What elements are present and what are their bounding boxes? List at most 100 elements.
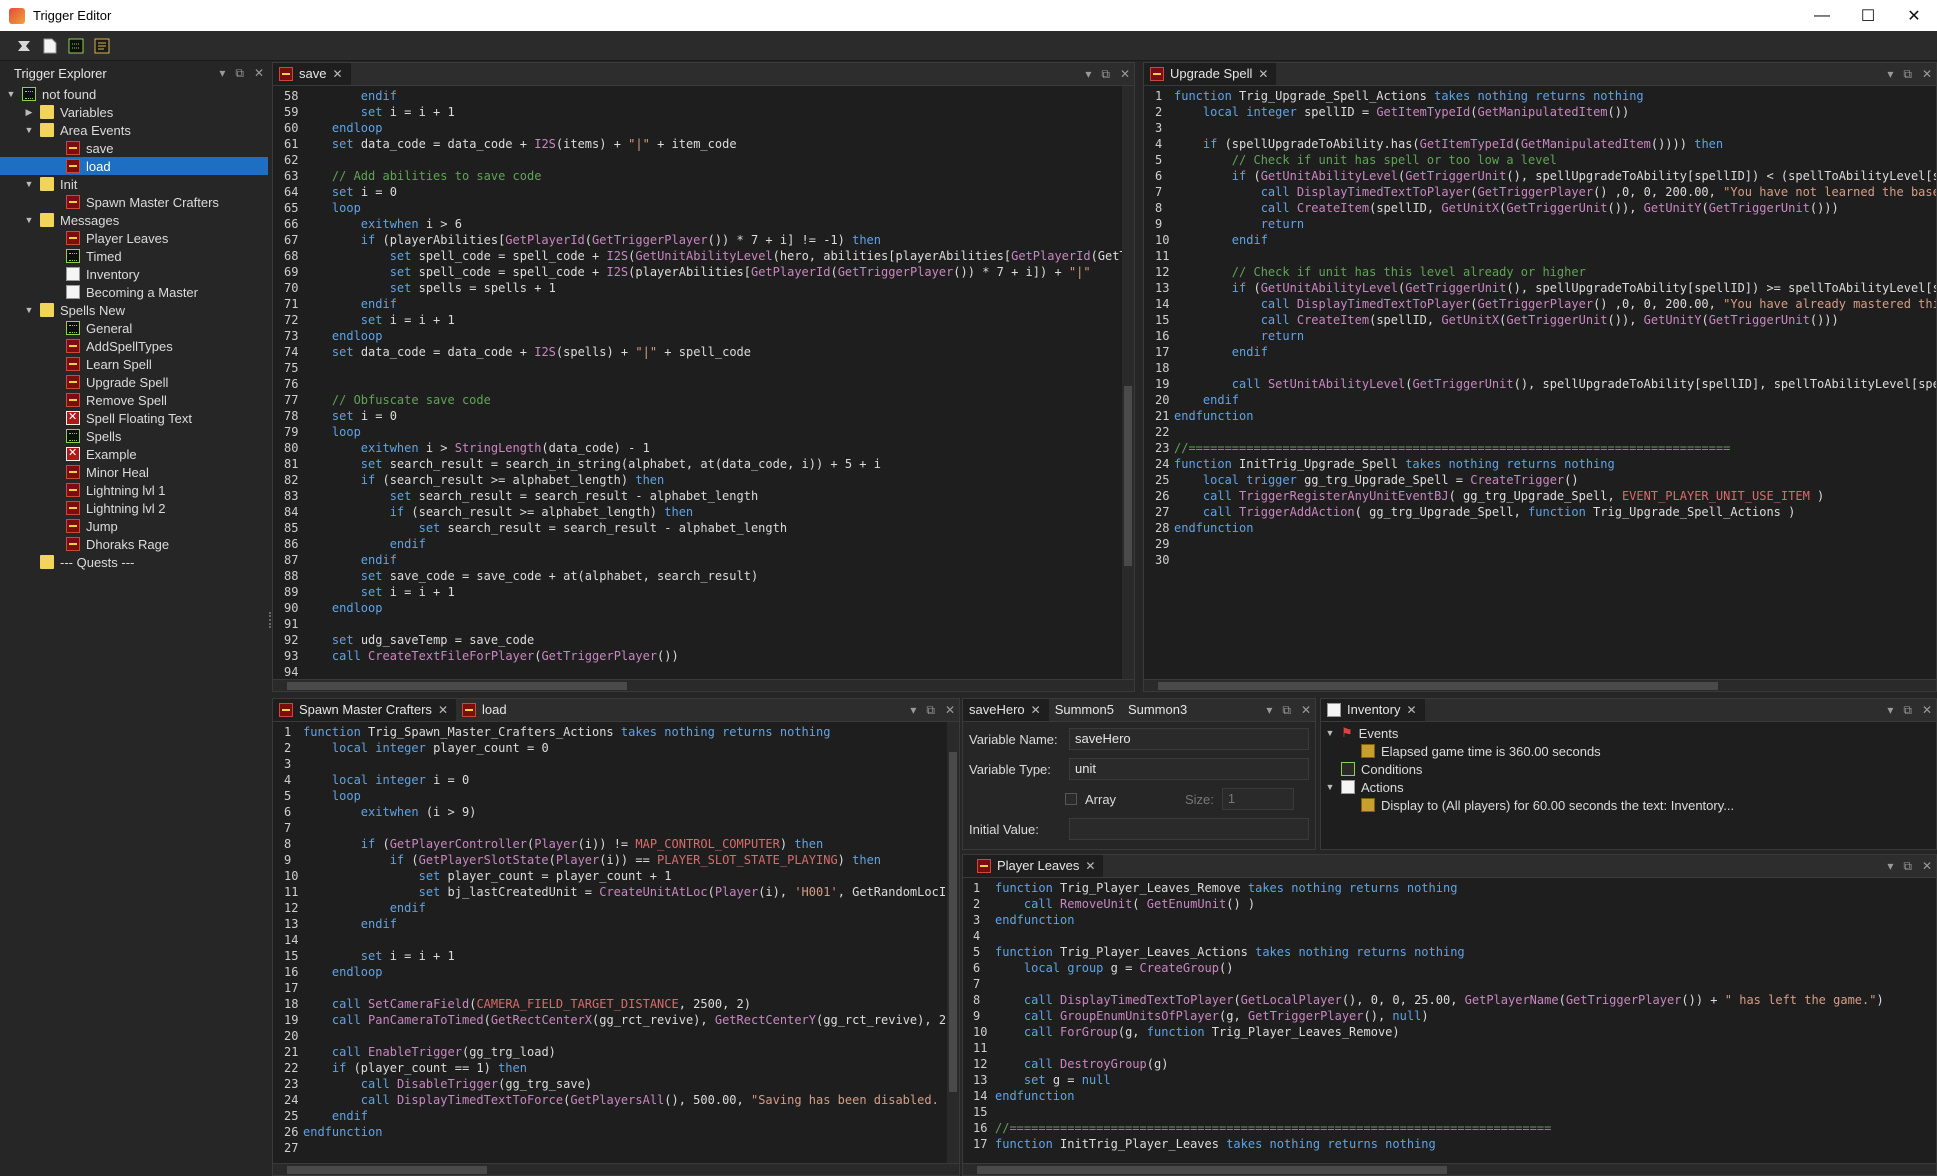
dropdown-icon[interactable]: ▾ — [219, 66, 225, 81]
float-icon[interactable]: ⧉ — [1101, 67, 1110, 82]
size-spinbox[interactable]: 1 — [1221, 788, 1294, 810]
action-item[interactable]: Display to (All players) for 60.00 secon… — [1325, 796, 1936, 814]
close-icon[interactable]: ✕ — [1258, 67, 1268, 81]
close-icon[interactable]: ✕ — [1120, 67, 1130, 82]
close-icon[interactable]: ✕ — [1301, 703, 1311, 718]
array-checkbox[interactable] — [1065, 793, 1077, 805]
tab-summon5[interactable]: Summon5 — [1049, 699, 1122, 721]
tab-summon3[interactable]: Summon3 — [1122, 699, 1195, 721]
close-icon[interactable]: ✕ — [1922, 859, 1932, 874]
expand-arrow-icon[interactable]: ▼ — [6, 89, 16, 99]
tree-item[interactable]: ▶ Variables — [0, 103, 268, 121]
tab-save[interactable]: save ✕ — [273, 63, 351, 85]
maximize-button[interactable]: ☐ — [1845, 0, 1891, 31]
tree-item[interactable]: load — [0, 157, 268, 175]
tree-item[interactable]: General — [0, 319, 268, 337]
minimize-button[interactable]: — — [1799, 0, 1845, 31]
tree-item[interactable]: Lightning lvl 1 — [0, 481, 268, 499]
expand-arrow-icon[interactable]: ▼ — [1325, 782, 1335, 792]
close-icon[interactable]: ✕ — [1031, 703, 1041, 717]
tree-root[interactable]: ▼ not found — [0, 85, 268, 103]
dropdown-icon[interactable]: ▾ — [1085, 67, 1091, 82]
tab-upgrade-spell[interactable]: Upgrade Spell ✕ — [1144, 63, 1277, 85]
initial-value-field[interactable] — [1069, 818, 1309, 840]
actions-node[interactable]: ▼ Actions — [1325, 778, 1936, 796]
tree-item[interactable]: Example — [0, 445, 268, 463]
tab-load[interactable]: load — [456, 699, 515, 721]
close-icon[interactable]: ✕ — [1922, 67, 1932, 82]
float-icon[interactable]: ⧉ — [1903, 703, 1912, 718]
expand-arrow-icon[interactable]: ▼ — [24, 179, 34, 189]
horizontal-scrollbar[interactable] — [963, 1163, 1936, 1175]
warcraft-logo-icon[interactable] — [15, 37, 33, 55]
new-trigger-icon[interactable] — [67, 37, 85, 55]
close-icon[interactable]: ✕ — [945, 703, 955, 718]
dropdown-icon[interactable]: ▾ — [910, 703, 916, 718]
tree-item[interactable]: ▼ Spells New — [0, 301, 268, 319]
tab-player-leaves[interactable]: Player Leaves ✕ — [963, 855, 1104, 877]
close-icon[interactable]: ✕ — [1922, 703, 1932, 718]
expand-arrow-icon[interactable]: ▼ — [24, 215, 34, 225]
code-editor-spawn[interactable]: 1 function Trig_Spawn_Master_Crafters_Act… — [273, 724, 947, 1164]
code-editor-player-leaves[interactable]: 1 function Trig_Player_Leaves_Remove take… — [973, 880, 1936, 1162]
tree-item[interactable]: Spell Floating Text — [0, 409, 268, 427]
variable-type-select[interactable]: unit — [1069, 758, 1309, 780]
tree-item[interactable]: Jump — [0, 517, 268, 535]
tab-savehero[interactable]: saveHero ✕ — [963, 699, 1049, 721]
close-icon[interactable]: ✕ — [1406, 703, 1416, 717]
expand-arrow-icon[interactable]: ▼ — [24, 305, 34, 315]
tree-item[interactable]: ▼ Messages — [0, 211, 268, 229]
dropdown-icon[interactable]: ▾ — [1887, 703, 1893, 718]
tree-item[interactable]: Learn Spell — [0, 355, 268, 373]
tree-item[interactable]: Player Leaves — [0, 229, 268, 247]
code-editor-upgrade-spell[interactable]: 1 function Trig_Upgrade_Spell_Actions tak… — [1144, 88, 1936, 678]
tree-item[interactable]: Dhoraks Rage — [0, 535, 268, 553]
tree-item[interactable]: Remove Spell — [0, 391, 268, 409]
tree-item[interactable]: Minor Heal — [0, 463, 268, 481]
close-button[interactable]: ✕ — [1891, 0, 1937, 31]
tab-inventory[interactable]: Inventory ✕ — [1321, 699, 1425, 721]
tree-item[interactable]: AddSpellTypes — [0, 337, 268, 355]
close-icon[interactable]: ✕ — [438, 703, 448, 717]
tree-item[interactable]: ▼ Area Events — [0, 121, 268, 139]
tree-item[interactable]: Becoming a Master — [0, 283, 268, 301]
dropdown-icon[interactable]: ▾ — [1266, 703, 1272, 718]
expand-arrow-icon[interactable]: ▼ — [24, 125, 34, 135]
tree-item[interactable]: Spawn Master Crafters — [0, 193, 268, 211]
tree-item[interactable]: Spells — [0, 427, 268, 445]
tree-item[interactable]: Lightning lvl 2 — [0, 499, 268, 517]
expand-arrow-icon[interactable]: ▶ — [24, 107, 34, 118]
expand-arrow-icon[interactable]: ▼ — [1325, 728, 1335, 738]
event-item[interactable]: Elapsed game time is 360.00 seconds — [1325, 742, 1936, 760]
float-icon[interactable]: ⧉ — [1903, 859, 1912, 874]
code-editor-save[interactable]: 58 endif 59 set i = i + 1 60 endloop 61 set… — [273, 88, 1122, 678]
vertical-scrollbar[interactable] — [1122, 86, 1134, 679]
horizontal-scrollbar[interactable] — [273, 679, 1134, 691]
close-icon[interactable]: ✕ — [1085, 859, 1095, 873]
tree-item[interactable]: Upgrade Spell — [0, 373, 268, 391]
dropdown-icon[interactable]: ▾ — [1887, 67, 1893, 82]
tree-item[interactable]: save — [0, 139, 268, 157]
horizontal-scrollbar[interactable] — [1144, 679, 1936, 691]
conditions-node[interactable]: Conditions — [1325, 760, 1936, 778]
tree-item[interactable]: ▼ Init — [0, 175, 268, 193]
float-icon[interactable]: ⧉ — [1282, 703, 1291, 718]
float-icon[interactable]: ⧉ — [926, 703, 935, 718]
close-icon[interactable]: ✕ — [332, 67, 342, 81]
tab-spawn-master-crafters[interactable]: Spawn Master Crafters ✕ — [273, 699, 456, 721]
tree-item[interactable]: Inventory — [0, 265, 268, 283]
new-variable-icon[interactable] — [93, 37, 111, 55]
events-node[interactable]: ▼ ⚑ Events — [1325, 724, 1936, 742]
tree-item[interactable]: --- Quests --- — [0, 553, 268, 571]
tree-item[interactable]: Timed — [0, 247, 268, 265]
splitter-handle[interactable] — [269, 612, 271, 628]
variable-name-field[interactable]: saveHero — [1069, 728, 1309, 750]
float-icon[interactable]: ⧉ — [1903, 67, 1912, 82]
close-icon[interactable]: ✕ — [254, 66, 264, 81]
dropdown-icon[interactable]: ▾ — [1887, 859, 1893, 874]
tab-summon3-label: Summon3 — [1127, 702, 1188, 717]
vertical-scrollbar[interactable] — [947, 722, 959, 1163]
float-icon[interactable]: ⧉ — [235, 66, 244, 81]
new-file-icon[interactable] — [41, 37, 59, 55]
horizontal-scrollbar[interactable] — [273, 1163, 959, 1175]
